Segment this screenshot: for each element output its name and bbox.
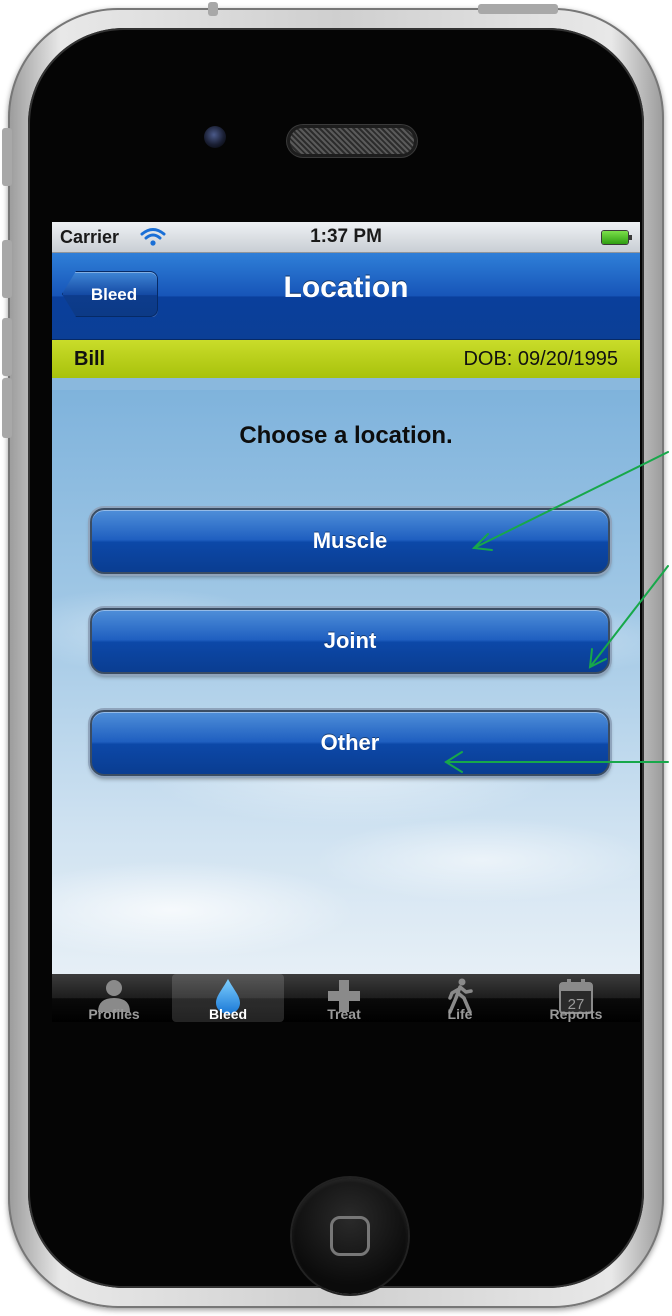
side-button <box>2 378 12 438</box>
volume-up-button <box>2 240 12 298</box>
joint-button[interactable]: Joint <box>90 608 610 674</box>
other-button[interactable]: Other <box>90 710 610 776</box>
tab-life[interactable]: Life <box>404 974 516 1022</box>
navigation-bar: Bleed Location <box>52 253 640 340</box>
tab-bar: Profiles Bleed Treat Life 27 Reports <box>52 974 640 1022</box>
clock: 1:37 PM <box>310 226 382 247</box>
mute-switch <box>2 128 12 186</box>
muscle-button[interactable]: Muscle <box>90 508 610 574</box>
tab-treat[interactable]: Treat <box>288 974 400 1022</box>
tab-reports[interactable]: 27 Reports <box>520 974 632 1022</box>
location-prompt: Choose a location. <box>239 422 453 449</box>
volume-down-button <box>2 318 12 376</box>
tab-label: Profiles <box>88 1006 140 1022</box>
status-bar: Carrier 1:37 PM <box>52 222 640 253</box>
tab-bleed[interactable]: Bleed <box>172 974 284 1022</box>
page-title: Location <box>283 271 409 304</box>
patient-dob: DOB: 09/20/1995 <box>463 348 618 370</box>
home-button[interactable] <box>292 1178 408 1294</box>
patient-info-bar: Bill DOB: 09/20/1995 <box>52 340 640 378</box>
speaker-grille <box>290 128 414 154</box>
app-screen: Carrier 1:37 PM Bleed Location Bill DOB:… <box>52 222 640 1022</box>
top-button <box>208 2 218 16</box>
camera-icon <box>204 126 226 148</box>
top-button <box>478 4 558 14</box>
tab-label: Bleed <box>208 1006 248 1022</box>
patient-name: Bill <box>74 348 106 370</box>
tab-label: Life <box>447 1006 473 1022</box>
tab-label: Reports <box>549 1006 603 1022</box>
tab-label: Treat <box>327 1006 361 1022</box>
tab-profiles[interactable]: Profiles <box>58 974 170 1022</box>
battery-icon <box>602 231 632 244</box>
sky-background <box>52 390 640 974</box>
home-square-icon <box>330 1216 370 1256</box>
